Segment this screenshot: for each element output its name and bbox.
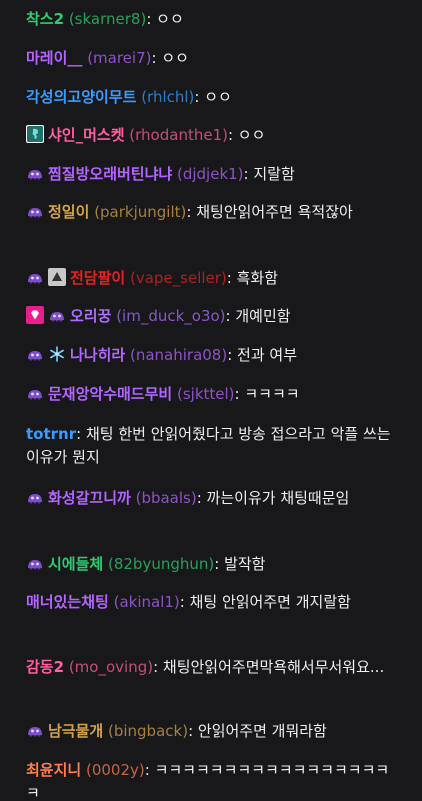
chat-message: 남극물개 (bingback): 안읽어주면 개뭐라함 — [26, 720, 398, 743]
chat-login-id[interactable]: (82byunghun) — [108, 555, 214, 573]
chat-message-text: ㅇㅇ — [156, 10, 184, 28]
chat-login-id[interactable]: (rhlchl) — [141, 88, 194, 106]
chat-message: 샤인_머스켓 (rhodanthe1): ㅇㅇ — [26, 124, 398, 147]
chat-message: 착스2 (skarner8): ㅇㅇ — [26, 8, 398, 31]
chat-username[interactable]: 전담팔이 — [70, 269, 125, 287]
chat-login-id[interactable]: (im_duck_o3o) — [116, 307, 225, 325]
purple-creature-badge-icon[interactable] — [26, 268, 44, 286]
purple-creature-badge-icon[interactable] — [26, 721, 44, 739]
message-separator: : — [76, 425, 86, 443]
chat-username[interactable]: 찜질방오래버틴냐냐 — [48, 165, 172, 183]
snowflake-badge-icon[interactable] — [48, 345, 66, 363]
chat-message-text: 채팅안읽어주면 욕적잖아 — [196, 203, 353, 221]
chat-message: 문재앙악수매드무비 (sjkttel): ㅋㅋㅋㅋ — [26, 383, 398, 406]
chat-message-text: 발작함 — [224, 555, 266, 573]
chat-login-id[interactable]: (skarner8) — [69, 10, 146, 28]
message-separator: : — [214, 555, 225, 573]
chat-message-text: ㅋㅋㅋㅋㅋㅋㅋㅋㅋㅋㅋㅋㅋㅋㅋㅋㅋㅋ — [26, 761, 390, 801]
message-separator: : — [179, 593, 190, 611]
chat-login-id[interactable]: (nanahira08) — [130, 346, 227, 364]
chat-username[interactable]: 최윤지니 — [26, 761, 81, 779]
chat-message-text: 채팅안읽어주면막욕해서무서워요... — [162, 658, 385, 676]
chat-username[interactable]: 문재앙악수매드무비 — [48, 385, 172, 403]
chat-message: 감동2 (mo_oving): 채팅안읽어주면막욕해서무서워요... — [26, 656, 398, 679]
chat-message-text: ㅋㅋㅋㅋ — [244, 385, 300, 403]
chat-login-id[interactable]: (vape_seller) — [130, 269, 227, 287]
purple-creature-badge-icon[interactable] — [26, 202, 44, 220]
chat-message: 화성갈끄니까 (bbaals): 까는이유가 채팅때문임 — [26, 487, 398, 510]
chat-username[interactable]: 매너있는채팅 — [26, 593, 109, 611]
message-separator: : — [196, 489, 207, 507]
chat-message-text: 전과 여부 — [237, 346, 298, 364]
message-separator: : — [146, 10, 157, 28]
chat-username[interactable]: 오리꿍 — [70, 307, 111, 325]
triangle-badge-icon[interactable] — [48, 268, 66, 286]
chat-username[interactable]: 착스2 — [26, 10, 64, 28]
chat-message: 시에들체 (82byunghun): 발작함 — [26, 553, 398, 576]
chat-message-text: 흑화함 — [236, 269, 279, 287]
chat-username[interactable]: 샤인_머스켓 — [48, 126, 125, 144]
diamond-badge-icon[interactable] — [26, 306, 44, 324]
chat-message-text: ㅇㅇ — [161, 49, 189, 67]
purple-creature-badge-icon[interactable] — [48, 306, 66, 324]
chat-login-id[interactable]: (marei7) — [87, 49, 151, 67]
message-separator: : — [243, 165, 254, 183]
chat-username[interactable]: 마레이__ — [26, 49, 82, 67]
chat-login-id[interactable]: (0002y) — [86, 761, 145, 779]
chat-message-text: 까는이유가 채팅때문임 — [206, 489, 350, 507]
purple-creature-badge-icon[interactable] — [26, 164, 44, 182]
chat-message-text: ㅇㅇ — [237, 126, 266, 144]
message-separator: : — [227, 346, 238, 364]
chat-login-id[interactable]: (bbaals) — [136, 489, 197, 507]
message-separator: : — [225, 307, 236, 325]
purple-creature-badge-icon[interactable] — [26, 345, 44, 363]
chat-username[interactable]: 각성의고양이무트 — [26, 88, 136, 106]
chat-login-id[interactable]: (rhodanthe1) — [129, 126, 228, 144]
chat-message: 오리꿍 (im_duck_o3o): 개예민함 — [26, 305, 398, 328]
message-separator: : — [227, 126, 238, 144]
chat-message: 나나히라 (nanahira08): 전과 여부 — [26, 344, 398, 367]
chat-login-id[interactable]: (parkjungilt) — [94, 203, 186, 221]
chat-username[interactable]: totrnr — [26, 425, 76, 443]
chat-message: 전담팔이 (vape_seller): 흑화함 — [26, 267, 398, 290]
chat-username[interactable]: 나나히라 — [70, 346, 125, 364]
chat-message: 최윤지니 (0002y): ㅋㅋㅋㅋㅋㅋㅋㅋㅋㅋㅋㅋㅋㅋㅋㅋㅋㅋ — [26, 759, 398, 801]
chat-message: 마레이__ (marei7): ㅇㅇ — [26, 47, 398, 70]
chat-message: totrnr: 채팅 한번 안읽어줬다고 방송 접으라고 악플 쓰는 이유가 뭔… — [26, 423, 398, 469]
chat-message-text: 개예민함 — [235, 307, 291, 325]
chat-login-id[interactable]: (bingback) — [108, 722, 188, 740]
chat-panel: 착스2 (skarner8): ㅇㅇ 마레이__ (marei7): ㅇㅇ 각성의고… — [0, 0, 422, 801]
chat-login-id[interactable]: (sjkttel) — [177, 385, 235, 403]
chat-message: 정일이 (parkjungilt): 채팅안읽어주면 욕적잖아 — [26, 201, 398, 224]
chat-message-text: 지랄함 — [253, 165, 295, 183]
message-separator: : — [234, 385, 245, 403]
chat-username[interactable]: 정일이 — [48, 203, 89, 221]
chat-username[interactable]: 감동2 — [26, 658, 64, 676]
chat-message-text: 안읽어주면 개뭐라함 — [197, 722, 327, 740]
message-separator: : — [186, 203, 197, 221]
purple-creature-badge-icon[interactable] — [26, 554, 44, 572]
seahorse-badge-icon[interactable] — [26, 125, 44, 143]
chat-message: 찜질방오래버틴냐냐 (djdjek1): 지랄함 — [26, 163, 398, 186]
chat-login-id[interactable]: (akinal1) — [114, 593, 180, 611]
message-separator: : — [153, 658, 163, 676]
chat-login-id[interactable]: (mo_oving) — [69, 658, 153, 676]
chat-username[interactable]: 남극물개 — [48, 722, 103, 740]
chat-username[interactable]: 시에들체 — [48, 555, 103, 573]
purple-creature-badge-icon[interactable] — [26, 384, 44, 402]
purple-creature-badge-icon[interactable] — [26, 488, 44, 506]
chat-message: 각성의고양이무트 (rhlchl): ㅇㅇ — [26, 86, 398, 109]
chat-login-id[interactable]: (djdjek1) — [177, 165, 244, 183]
message-separator: : — [194, 88, 205, 106]
chat-message-text: ㅇㅇ — [204, 88, 232, 106]
chat-message: 매너있는채팅 (akinal1): 채팅 안읽어주면 개지랄함 — [26, 591, 398, 614]
message-separator: : — [226, 269, 237, 287]
message-separator: : — [151, 49, 162, 67]
chat-username[interactable]: 화성갈끄니까 — [48, 489, 131, 507]
message-separator: : — [188, 722, 198, 740]
chat-message-text: 채팅 안읽어주면 개지랄함 — [189, 593, 351, 611]
message-separator: : — [144, 761, 155, 779]
